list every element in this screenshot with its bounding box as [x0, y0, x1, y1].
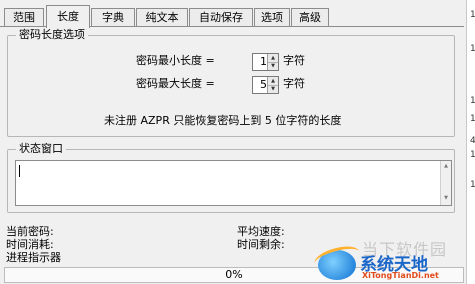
tab-autosave[interactable]: 自动保存 [189, 8, 253, 27]
time-elapsed-label: 时间消耗: [6, 238, 54, 251]
tab-dictionary[interactable]: 字典 [91, 8, 135, 27]
length-options-title: 密码长度选项 [16, 28, 88, 42]
watermark: 当下软件园 系统天地 XiTongTianDi.net [308, 236, 474, 284]
edge-digit: 1 [470, 96, 475, 106]
edge-digit: 1 [470, 150, 475, 160]
scroll-down-icon[interactable]: ▼ [441, 195, 451, 201]
status-scrollbar[interactable]: ▲ ▼ [440, 161, 451, 205]
edge-digit: 1 [470, 114, 475, 124]
progress-indicator-label: 进程指示器 [6, 251, 61, 264]
length-options-group: 密码长度选项 密码最小长度 = 1 ▲ ▼ 字符 密码最大长度 = 5 ▲ ▼ … [7, 28, 455, 137]
time-remaining-label: 时间剩余: [237, 238, 285, 251]
max-length-spinner[interactable]: 5 ▲ ▼ [252, 76, 279, 94]
edge-digit: 1 [470, 10, 475, 20]
text-caret [19, 165, 20, 177]
min-length-spin-buttons[interactable]: ▲ ▼ [267, 54, 278, 70]
min-length-spinner[interactable]: 1 ▲ ▼ [252, 53, 279, 71]
tab-plaintext[interactable]: 纯文本 [136, 8, 188, 27]
status-window-title: 状态窗口 [16, 142, 66, 156]
spin-down-icon[interactable]: ▼ [268, 62, 278, 70]
min-length-label: 密码最小长度 = [136, 54, 215, 67]
max-length-label: 密码最大长度 = [136, 77, 215, 90]
scroll-up-icon[interactable]: ▲ [441, 163, 451, 169]
edge-digit: 1 [470, 180, 475, 190]
tab-range[interactable]: 范围 [4, 8, 44, 27]
tab-advanced[interactable]: 高级 [291, 8, 329, 27]
edge-digit: 1 [470, 44, 475, 54]
tab-strip: 范围 长度 字典 纯文本 自动保存 选项 高级 [0, 0, 475, 28]
unregistered-note: 未注册 AZPR 只能恢复密码上到 5 位字符的长度 [104, 114, 342, 127]
tab-options[interactable]: 选项 [254, 8, 290, 27]
tab-length[interactable]: 长度 [46, 5, 90, 28]
max-length-spin-buttons[interactable]: ▲ ▼ [267, 77, 278, 93]
watermark-sub-text: XiTongTianDi.net [362, 271, 439, 280]
status-window-textarea[interactable]: ▲ ▼ [15, 160, 452, 206]
current-password-label: 当前密码: [6, 225, 54, 238]
status-window-group: 状态窗口 ▲ ▼ [7, 142, 455, 213]
min-length-value[interactable]: 1 [260, 54, 267, 70]
min-length-unit: 字符 [283, 54, 305, 67]
avg-speed-label: 平均速度: [237, 225, 285, 238]
edge-digit: 4 [470, 136, 475, 146]
max-length-unit: 字符 [283, 77, 305, 90]
max-length-value[interactable]: 5 [260, 77, 267, 93]
spin-down-icon[interactable]: ▼ [268, 85, 278, 93]
